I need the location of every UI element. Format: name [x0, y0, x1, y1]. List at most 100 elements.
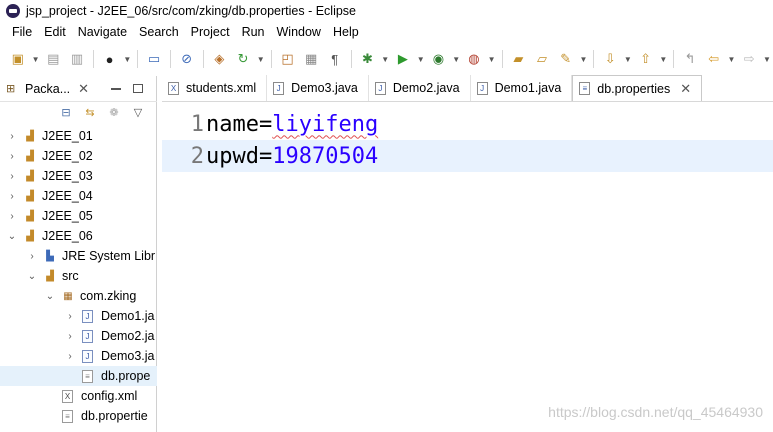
skip-breakpoints-icon[interactable]: ⊘: [177, 49, 197, 69]
collapse-all-icon[interactable]: ⊟: [57, 106, 75, 122]
chevron-down-icon[interactable]: ⌄: [6, 231, 18, 242]
save-all-icon[interactable]: ▥: [67, 49, 87, 69]
tree-item[interactable]: › ▙ JRE System Libr: [0, 246, 157, 266]
toolbar-separator: [202, 50, 204, 68]
external-tools-icon[interactable]: ◍: [464, 49, 484, 69]
focus-active-task-icon[interactable]: ❁: [105, 106, 123, 122]
chevron-right-icon[interactable]: ›: [6, 171, 18, 182]
editor-tab[interactable]: J Demo2.java: [368, 75, 471, 101]
package-explorer-tab[interactable]: ⊞ Packa... ✕: [0, 76, 157, 102]
tree-item[interactable]: Xconfig.xml: [0, 386, 157, 406]
tree-item[interactable]: › ▟ J2EE_02: [0, 146, 157, 166]
link-with-editor-icon[interactable]: ⇆: [81, 106, 99, 122]
debug-dropdown-icon[interactable]: ▼: [380, 49, 390, 69]
menu-run[interactable]: Run: [236, 25, 271, 39]
tree-item[interactable]: › ▟ J2EE_03: [0, 166, 157, 186]
chevron-right-icon[interactable]: ›: [64, 311, 76, 322]
forward-icon[interactable]: ⇨: [739, 49, 759, 69]
refresh-icon[interactable]: ↻: [233, 49, 253, 69]
tree-item[interactable]: ≡ db.prope: [0, 366, 157, 386]
editor-tab[interactable]: Xstudents.xml: [162, 75, 268, 101]
coverage-icon[interactable]: ◉: [429, 49, 449, 69]
next-annotation-dropdown-icon[interactable]: ▼: [623, 49, 633, 69]
external-tools-dropdown-icon[interactable]: ▼: [487, 49, 497, 69]
tree-item-label: Demo3.ja: [101, 349, 155, 363]
chevron-right-icon[interactable]: ›: [6, 151, 18, 162]
minimize-icon[interactable]: [111, 87, 122, 90]
chevron-right-icon[interactable]: ›: [6, 211, 18, 222]
code-line[interactable]: 2 upwd = 19870504: [162, 140, 773, 172]
menu-edit[interactable]: Edit: [38, 25, 72, 39]
coverage-dropdown-icon[interactable]: ▼: [451, 49, 461, 69]
run-dropdown-icon[interactable]: ▼: [416, 49, 426, 69]
property-key: upwd: [206, 143, 259, 169]
open-folder-icon[interactable]: ▱: [532, 49, 552, 69]
window-title: jsp_project - J2EE_06/src/com/zking/db.p…: [26, 4, 357, 18]
java-icon: J: [82, 329, 93, 343]
file-file-icon: ≡: [579, 82, 591, 95]
chevron-down-icon[interactable]: ⌄: [44, 291, 56, 302]
tree-item[interactable]: ⌄ ▦ com.zking: [0, 286, 157, 306]
previous-annotation-dropdown-icon[interactable]: ▼: [658, 49, 668, 69]
chevron-right-icon[interactable]: ›: [6, 131, 18, 142]
tree-item[interactable]: › J Demo2.ja: [0, 326, 157, 346]
previous-annotation-icon[interactable]: ⇧: [636, 49, 656, 69]
code-editor[interactable]: 1 name = liyifeng 2 upwd = 19870504: [162, 108, 773, 172]
maximize-icon[interactable]: [133, 84, 144, 93]
run-icon[interactable]: ▶: [393, 49, 413, 69]
last-edit-icon[interactable]: ↰: [680, 49, 700, 69]
close-icon[interactable]: ✕: [78, 81, 89, 97]
menu-search[interactable]: Search: [133, 25, 185, 39]
back-icon[interactable]: ⇦: [704, 49, 724, 69]
user-dropdown-icon[interactable]: ▼: [122, 49, 132, 69]
project-icon: ▟: [26, 190, 34, 202]
code-line[interactable]: 1 name = liyifeng: [162, 108, 773, 140]
new-icon[interactable]: ▣: [8, 49, 28, 69]
tree-item[interactable]: › ▟ J2EE_05: [0, 206, 157, 226]
editor-tab[interactable]: ≡ db.properties ✕: [572, 75, 703, 101]
tree-item[interactable]: ≡ db.propertie: [0, 406, 157, 426]
tree-item[interactable]: ⌄ ▟ J2EE_06: [0, 226, 157, 246]
pencil-dropdown-icon[interactable]: ▼: [579, 49, 589, 69]
tree-item-label: J2EE_02: [42, 149, 93, 163]
pencil-icon[interactable]: ✎: [556, 49, 576, 69]
next-annotation-icon[interactable]: ⇩: [600, 49, 620, 69]
close-icon[interactable]: ✕: [680, 81, 691, 97]
debug-icon[interactable]: ✱: [358, 49, 378, 69]
chevron-right-icon[interactable]: ›: [26, 251, 38, 262]
menu-window[interactable]: Window: [271, 25, 327, 39]
editor-tab[interactable]: J Demo1.java: [470, 75, 573, 101]
new-folder-icon[interactable]: ▰: [509, 49, 529, 69]
tree-item[interactable]: › J Demo3.ja: [0, 346, 157, 366]
menu-project[interactable]: Project: [185, 25, 236, 39]
build-icon[interactable]: ◈: [210, 49, 230, 69]
open-type-icon[interactable]: ◰: [278, 49, 298, 69]
editor-tab[interactable]: J Demo3.java: [267, 75, 369, 101]
view-menu-icon[interactable]: ▽: [129, 106, 147, 122]
show-whitespace-icon[interactable]: ¶: [325, 49, 345, 69]
forward-dropdown-icon[interactable]: ▼: [762, 49, 772, 69]
line-number: 2: [190, 143, 204, 169]
menu-help[interactable]: Help: [327, 25, 365, 39]
menu-navigate[interactable]: Navigate: [72, 25, 133, 39]
tree-item[interactable]: ⌄ ▟ src: [0, 266, 157, 286]
chevron-down-icon[interactable]: ⌄: [26, 271, 38, 282]
user-icon[interactable]: ●: [100, 49, 120, 69]
chevron-right-icon[interactable]: ›: [64, 351, 76, 362]
console-icon[interactable]: ▭: [144, 49, 164, 69]
tree-item[interactable]: › J Demo1.ja: [0, 306, 157, 326]
tree-item[interactable]: › ▟ J2EE_04: [0, 186, 157, 206]
new-dropdown-icon[interactable]: ▼: [31, 49, 41, 69]
open-task-icon[interactable]: ▦: [301, 49, 321, 69]
chevron-right-icon[interactable]: ›: [6, 191, 18, 202]
tree-item-label: J2EE_05: [42, 209, 93, 223]
menu-bar: File Edit Navigate Search Project Run Wi…: [0, 22, 773, 42]
refresh-dropdown-icon[interactable]: ▼: [256, 49, 266, 69]
back-dropdown-icon[interactable]: ▼: [727, 49, 737, 69]
menu-file[interactable]: File: [6, 25, 38, 39]
toolbar-separator: [593, 50, 595, 68]
tree-item[interactable]: › ▟ J2EE_01: [0, 126, 157, 146]
chevron-right-icon[interactable]: ›: [64, 331, 76, 342]
title-bar: jsp_project - J2EE_06/src/com/zking/db.p…: [0, 0, 773, 22]
save-icon[interactable]: ▤: [43, 49, 63, 69]
